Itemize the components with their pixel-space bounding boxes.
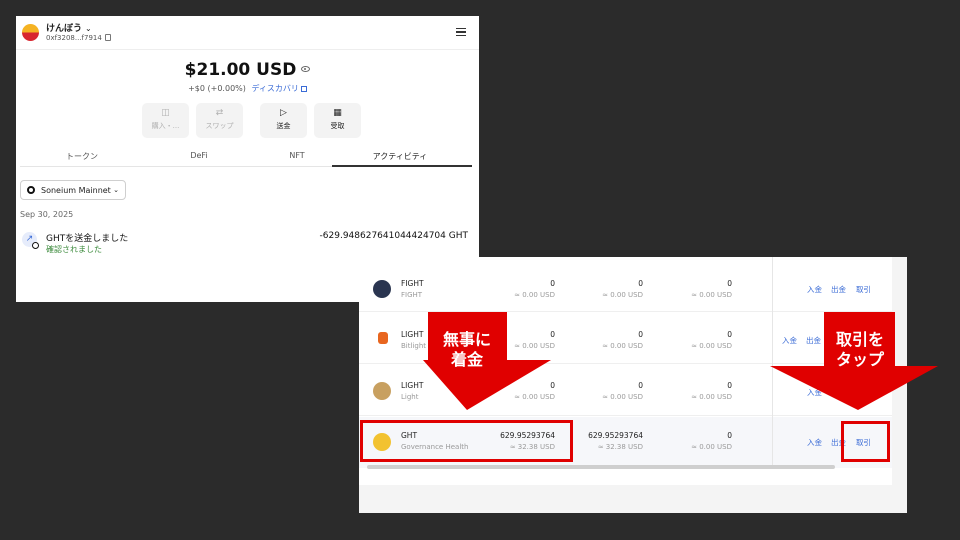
available-usd: ≈ 0.00 USD — [602, 291, 643, 299]
account-avatar[interactable] — [22, 24, 39, 41]
fight-token-icon — [373, 280, 391, 298]
receive-label: 受取 — [330, 122, 345, 130]
highlight-box-ght-row — [360, 420, 573, 462]
trade-link[interactable]: 取引 — [856, 284, 871, 295]
table-row: FIGHT FIGHT 0 ≈ 0.00 USD 0 ≈ 0.00 USD 0 … — [359, 261, 892, 312]
horizontal-scrollbar[interactable] — [367, 465, 835, 469]
account-selector[interactable]: けんぼう ⌄ — [46, 21, 92, 34]
available-usd: ≈ 0.00 USD — [602, 393, 643, 401]
activity-date: Sep 30, 2025 — [20, 210, 74, 219]
swap-icon: ⇄ — [215, 108, 224, 118]
balance-usd: ≈ 0.00 USD — [514, 291, 555, 299]
deposit-link[interactable]: 入金 — [807, 284, 822, 295]
available-usd: ≈ 0.00 USD — [602, 342, 643, 350]
tab-defi[interactable]: DeFi — [149, 151, 249, 160]
swap-label: スワップ — [205, 122, 234, 130]
tab-tokens[interactable]: トークン — [32, 151, 132, 162]
qr-icon: ▦ — [333, 108, 342, 118]
light-token-icon — [373, 382, 391, 400]
eye-icon[interactable] — [301, 66, 311, 72]
send-icon: ▷ — [280, 108, 287, 118]
active-tab-indicator — [332, 165, 472, 167]
discover-label: ディスカバリ — [251, 84, 299, 93]
network-badge-icon — [32, 242, 39, 249]
balance-change-text: +$0 (+0.00%) — [188, 84, 246, 93]
locked-value: 0 — [727, 431, 732, 440]
annotation-right-line: 取引を タップ — [835, 330, 884, 369]
annotation-left-text: 無事に 着金 — [423, 330, 511, 370]
highlight-box-trade — [841, 421, 890, 462]
chevron-down-icon: ⌄ — [113, 186, 119, 194]
token-subtitle: Light — [401, 393, 419, 401]
tab-activity[interactable]: アクティビティ — [350, 151, 450, 162]
network-icon — [27, 186, 35, 194]
locked-usd: ≈ 0.00 USD — [691, 291, 732, 299]
available-value: 0 — [638, 279, 643, 288]
withdraw-link[interactable]: 出金 — [831, 284, 846, 295]
receive-button[interactable]: ▦ 受取 — [314, 103, 361, 138]
annotation-right-text: 取引を タップ — [820, 330, 900, 370]
locked-usd: ≈ 0.00 USD — [691, 443, 732, 451]
swap-button[interactable]: ⇄ スワップ — [196, 103, 243, 138]
available-value: 0 — [638, 330, 643, 339]
balance-change: +$0 (+0.00%) ディスカバリ — [16, 83, 479, 94]
network-label: Soneium Mainnet — [41, 186, 111, 195]
locked-usd: ≈ 0.00 USD — [691, 342, 732, 350]
buy-icon: ◫ — [161, 108, 170, 118]
chevron-down-icon: ⌄ — [85, 24, 92, 33]
available-usd: ≈ 32.38 USD — [597, 443, 643, 451]
activity-status: 確認されました — [46, 245, 102, 254]
buy-label: 購入・... — [151, 122, 180, 130]
copy-icon[interactable] — [104, 34, 111, 41]
hamburger-menu-icon[interactable] — [456, 28, 466, 36]
token-subtitle: FIGHT — [401, 291, 423, 299]
tab-nft[interactable]: NFT — [247, 151, 347, 160]
discover-link[interactable]: ディスカバリ — [251, 84, 307, 93]
annotation-left-line: 無事に 着金 — [442, 330, 491, 369]
account-address-text: 0xf3208...f7914 — [46, 34, 102, 42]
tab-bar: トークン DeFi NFT アクティビティ — [20, 146, 472, 167]
account-name: けんぼう — [46, 24, 83, 34]
send-label: 送金 — [276, 122, 291, 130]
buy-button[interactable]: ◫ 購入・... — [142, 103, 189, 138]
locked-value: 0 — [727, 279, 732, 288]
send-button[interactable]: ▷ 送金 — [260, 103, 307, 138]
deposit-link[interactable]: 入金 — [807, 437, 822, 448]
available-value: 629.95293764 — [588, 431, 643, 440]
token-name: FIGHT — [401, 279, 424, 288]
balance-value: 0 — [550, 279, 555, 288]
balance: $21.00 USD — [16, 60, 479, 80]
balance-amount: $21.00 USD — [184, 60, 297, 80]
activity-amount: -629.948627641044424704 GHT — [319, 231, 468, 241]
account-address: 0xf3208...f7914 — [46, 34, 111, 42]
wallet-header: けんぼう ⌄ 0xf3208...f7914 — [16, 16, 479, 50]
locked-value: 0 — [727, 330, 732, 339]
available-value: 0 — [638, 381, 643, 390]
bitlight-token-icon — [378, 332, 388, 344]
external-link-icon — [300, 86, 307, 92]
locked-usd: ≈ 0.00 USD — [691, 393, 732, 401]
activity-title: GHTを送金しました — [46, 234, 129, 244]
locked-value: 0 — [727, 381, 732, 390]
network-selector[interactable]: Soneium Mainnet ⌄ — [20, 180, 126, 200]
token-name: LIGHT — [401, 381, 424, 390]
token-name: LIGHT — [401, 330, 424, 339]
